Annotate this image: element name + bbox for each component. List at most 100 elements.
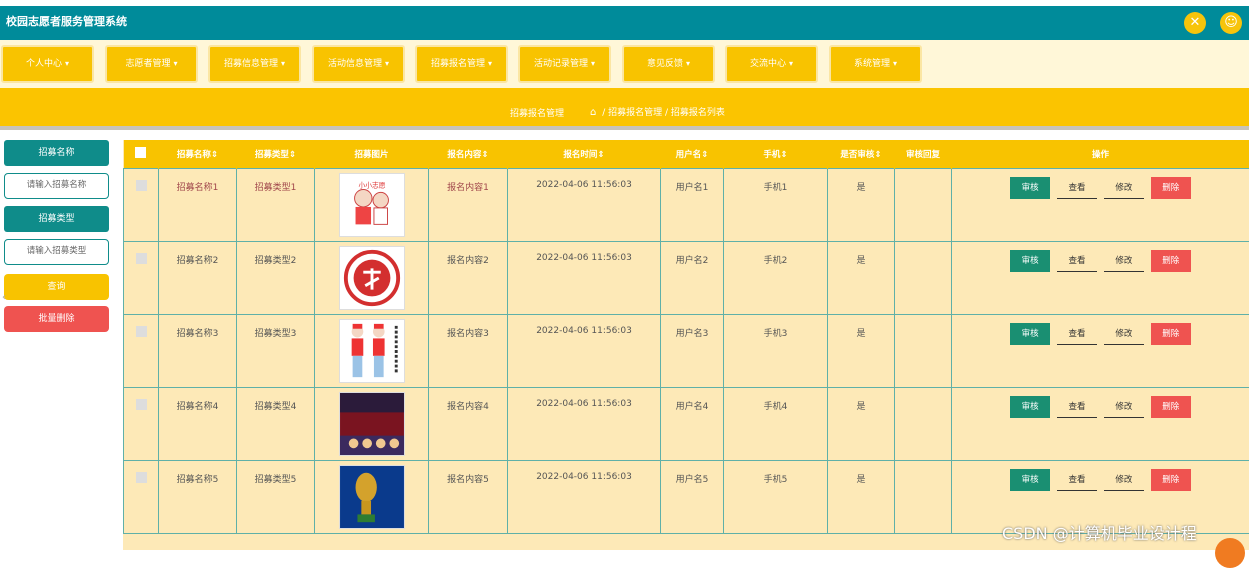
cell-username: 用户名3 bbox=[661, 314, 724, 387]
delete-button[interactable]: 删除 bbox=[1151, 177, 1191, 199]
cell-actions: 审核 查看 修改 删除 bbox=[952, 387, 1249, 460]
audit-button[interactable]: 审核 bbox=[1010, 396, 1050, 418]
cell-name: 招募名称2 bbox=[159, 241, 237, 314]
recruitment-name-input[interactable]: 请输入招募名称 bbox=[4, 173, 109, 199]
cell-image bbox=[315, 460, 429, 533]
cell-reply bbox=[895, 460, 952, 533]
cell-actions: 审核 查看 修改 删除 bbox=[952, 168, 1249, 241]
audit-button[interactable]: 审核 bbox=[1010, 177, 1050, 199]
col-username[interactable]: 用户名⇕ bbox=[661, 140, 724, 168]
col-audited[interactable]: 是否审核⇕ bbox=[828, 140, 895, 168]
delete-button[interactable]: 删除 bbox=[1151, 250, 1191, 272]
col-recruitment-type[interactable]: 招募类型⇕ bbox=[237, 140, 315, 168]
cell-type: 招募类型2 bbox=[237, 241, 315, 314]
breadcrumb-path[interactable]: / 招募报名管理 / 招募报名列表 bbox=[602, 108, 725, 118]
csdn-watermark: CSDN @计算机毕业设计程 bbox=[1002, 520, 1197, 544]
cell-time: 2022-04-06 11:56:03 bbox=[508, 387, 661, 460]
world-cup-poster-image[interactable] bbox=[339, 392, 405, 456]
cell-reply bbox=[895, 241, 952, 314]
edit-button[interactable]: 修改 bbox=[1104, 177, 1144, 199]
audit-button[interactable]: 审核 bbox=[1010, 250, 1050, 272]
cell-time: 2022-04-06 11:56:03 bbox=[508, 168, 661, 241]
recruitment-type-input[interactable]: 请输入招募类型 bbox=[4, 239, 109, 265]
cell-type: 招募类型3 bbox=[237, 314, 315, 387]
nav-exchange-center[interactable]: 交流中心 bbox=[725, 45, 818, 83]
cell-time: 2022-04-06 11:56:03 bbox=[508, 314, 661, 387]
nav-recruitment-signup[interactable]: 招募报名管理 bbox=[415, 45, 508, 83]
cell-phone: 手机5 bbox=[724, 460, 828, 533]
breadcrumb: ⌂ / 招募报名管理 / 招募报名列表 bbox=[590, 105, 725, 118]
cell-content: 报名内容4 bbox=[429, 387, 508, 460]
audit-button[interactable]: 审核 bbox=[1010, 469, 1050, 491]
nav-activity-info[interactable]: 活动信息管理 bbox=[312, 45, 405, 83]
cell-actions: 审核 查看 修改 删除 bbox=[952, 241, 1249, 314]
col-phone[interactable]: 手机⇕ bbox=[724, 140, 828, 168]
view-button[interactable]: 查看 bbox=[1057, 396, 1097, 418]
edit-button[interactable]: 修改 bbox=[1104, 250, 1144, 272]
view-button[interactable]: 查看 bbox=[1057, 469, 1097, 491]
row-checkbox[interactable] bbox=[124, 241, 159, 314]
row-checkbox[interactable] bbox=[124, 168, 159, 241]
batch-delete-button[interactable]: 批量删除 bbox=[4, 306, 109, 332]
settings-icon[interactable]: ✕ bbox=[1184, 12, 1206, 34]
cell-image bbox=[315, 387, 429, 460]
cell-name: 招募名称5 bbox=[159, 460, 237, 533]
select-all-checkbox[interactable] bbox=[124, 140, 159, 168]
audit-button[interactable]: 审核 bbox=[1010, 323, 1050, 345]
fifa-trophy-image[interactable] bbox=[339, 465, 405, 529]
cell-username: 用户名1 bbox=[661, 168, 724, 241]
row-checkbox[interactable] bbox=[124, 460, 159, 533]
nav-feedback[interactable]: 意见反馈 bbox=[622, 45, 715, 83]
cell-actions: 审核 查看 修改 删除 bbox=[952, 314, 1249, 387]
edit-button[interactable]: 修改 bbox=[1104, 323, 1144, 345]
col-signup-content[interactable]: 报名内容⇕ bbox=[429, 140, 508, 168]
table-header-row: 招募名称⇕ 招募类型⇕ 招募图片 报名内容⇕ 报名时间⇕ 用户名⇕ 手机⇕ 是否… bbox=[124, 140, 1249, 168]
recruitment-name-label: 招募名称 bbox=[4, 140, 109, 166]
col-recruitment-name[interactable]: 招募名称⇕ bbox=[159, 140, 237, 168]
cell-image bbox=[315, 314, 429, 387]
main-nav: 个人中心 志愿者管理 招募信息管理 活动信息管理 招募报名管理 活动记录管理 意… bbox=[0, 40, 1249, 88]
nav-volunteer-management[interactable]: 志愿者管理 bbox=[105, 45, 198, 83]
nav-system-management[interactable]: 系统管理 bbox=[829, 45, 922, 83]
app-title: 校园志愿者服务管理系统 bbox=[6, 13, 127, 29]
nav-personal-center[interactable]: 个人中心 bbox=[1, 45, 94, 83]
row-checkbox[interactable] bbox=[124, 387, 159, 460]
view-button[interactable]: 查看 bbox=[1057, 250, 1097, 272]
cell-type: 招募类型1 bbox=[237, 168, 315, 241]
nav-recruitment-info[interactable]: 招募信息管理 bbox=[208, 45, 301, 83]
cell-reply bbox=[895, 314, 952, 387]
cell-audited: 是 bbox=[828, 241, 895, 314]
view-button[interactable]: 查看 bbox=[1057, 177, 1097, 199]
delete-button[interactable]: 删除 bbox=[1151, 469, 1191, 491]
col-audit-reply: 审核回复 bbox=[895, 140, 952, 168]
home-icon[interactable]: ⌂ bbox=[590, 107, 596, 118]
col-signup-time[interactable]: 报名时间⇕ bbox=[508, 140, 661, 168]
cell-image: 小小志愿 bbox=[315, 168, 429, 241]
cell-phone: 手机2 bbox=[724, 241, 828, 314]
query-button[interactable]: 查询 bbox=[4, 274, 109, 300]
red-volunteer-logo-image[interactable] bbox=[339, 246, 405, 310]
floating-action-icon[interactable] bbox=[1215, 538, 1245, 568]
user-icon[interactable]: ☺ bbox=[1220, 12, 1242, 34]
table-row: 招募名称1 招募类型1 小小志愿 报名内容1 2022-04-06 11:56:… bbox=[124, 168, 1249, 241]
edit-button[interactable]: 修改 bbox=[1104, 396, 1144, 418]
cell-username: 用户名4 bbox=[661, 387, 724, 460]
cell-time: 2022-04-06 11:56:03 bbox=[508, 241, 661, 314]
cell-phone: 手机3 bbox=[724, 314, 828, 387]
cell-audited: 是 bbox=[828, 314, 895, 387]
table-row: 招募名称4 招募类型4 报名内容4 2022-04-06 11:56:03 bbox=[124, 387, 1249, 460]
nav-activity-records[interactable]: 活动记录管理 bbox=[518, 45, 611, 83]
volunteer-figures-image[interactable] bbox=[339, 319, 405, 383]
view-button[interactable]: 查看 bbox=[1057, 323, 1097, 345]
delete-button[interactable]: 删除 bbox=[1151, 323, 1191, 345]
row-checkbox[interactable] bbox=[124, 314, 159, 387]
col-actions: 操作 bbox=[952, 140, 1249, 168]
delete-button[interactable]: 删除 bbox=[1151, 396, 1191, 418]
top-header: 校园志愿者服务管理系统 ✕ ☺ bbox=[0, 6, 1249, 40]
edit-button[interactable]: 修改 bbox=[1104, 469, 1144, 491]
cell-name: 招募名称1 bbox=[159, 168, 237, 241]
volunteer-cartoon-image[interactable]: 小小志愿 bbox=[339, 173, 405, 237]
cell-audited: 是 bbox=[828, 460, 895, 533]
cell-type: 招募类型5 bbox=[237, 460, 315, 533]
chevron-left-icon[interactable]: ‹ bbox=[2, 292, 6, 303]
